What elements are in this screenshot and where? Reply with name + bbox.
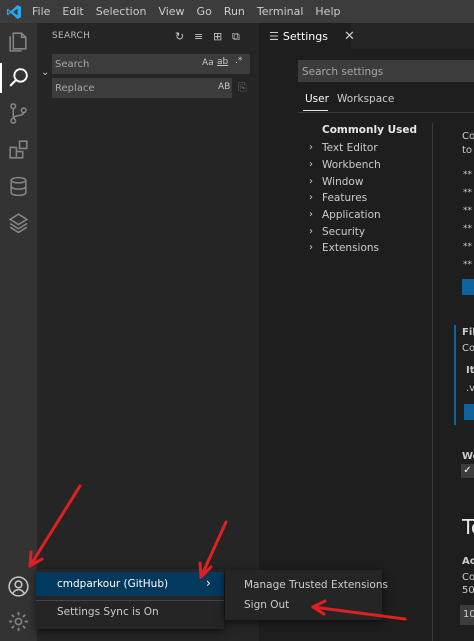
annotation-arrow-account <box>28 484 82 568</box>
annotation-arrow-signout <box>311 605 407 621</box>
annotation-arrows <box>28 484 407 621</box>
annotation-arrow-github <box>199 520 228 579</box>
